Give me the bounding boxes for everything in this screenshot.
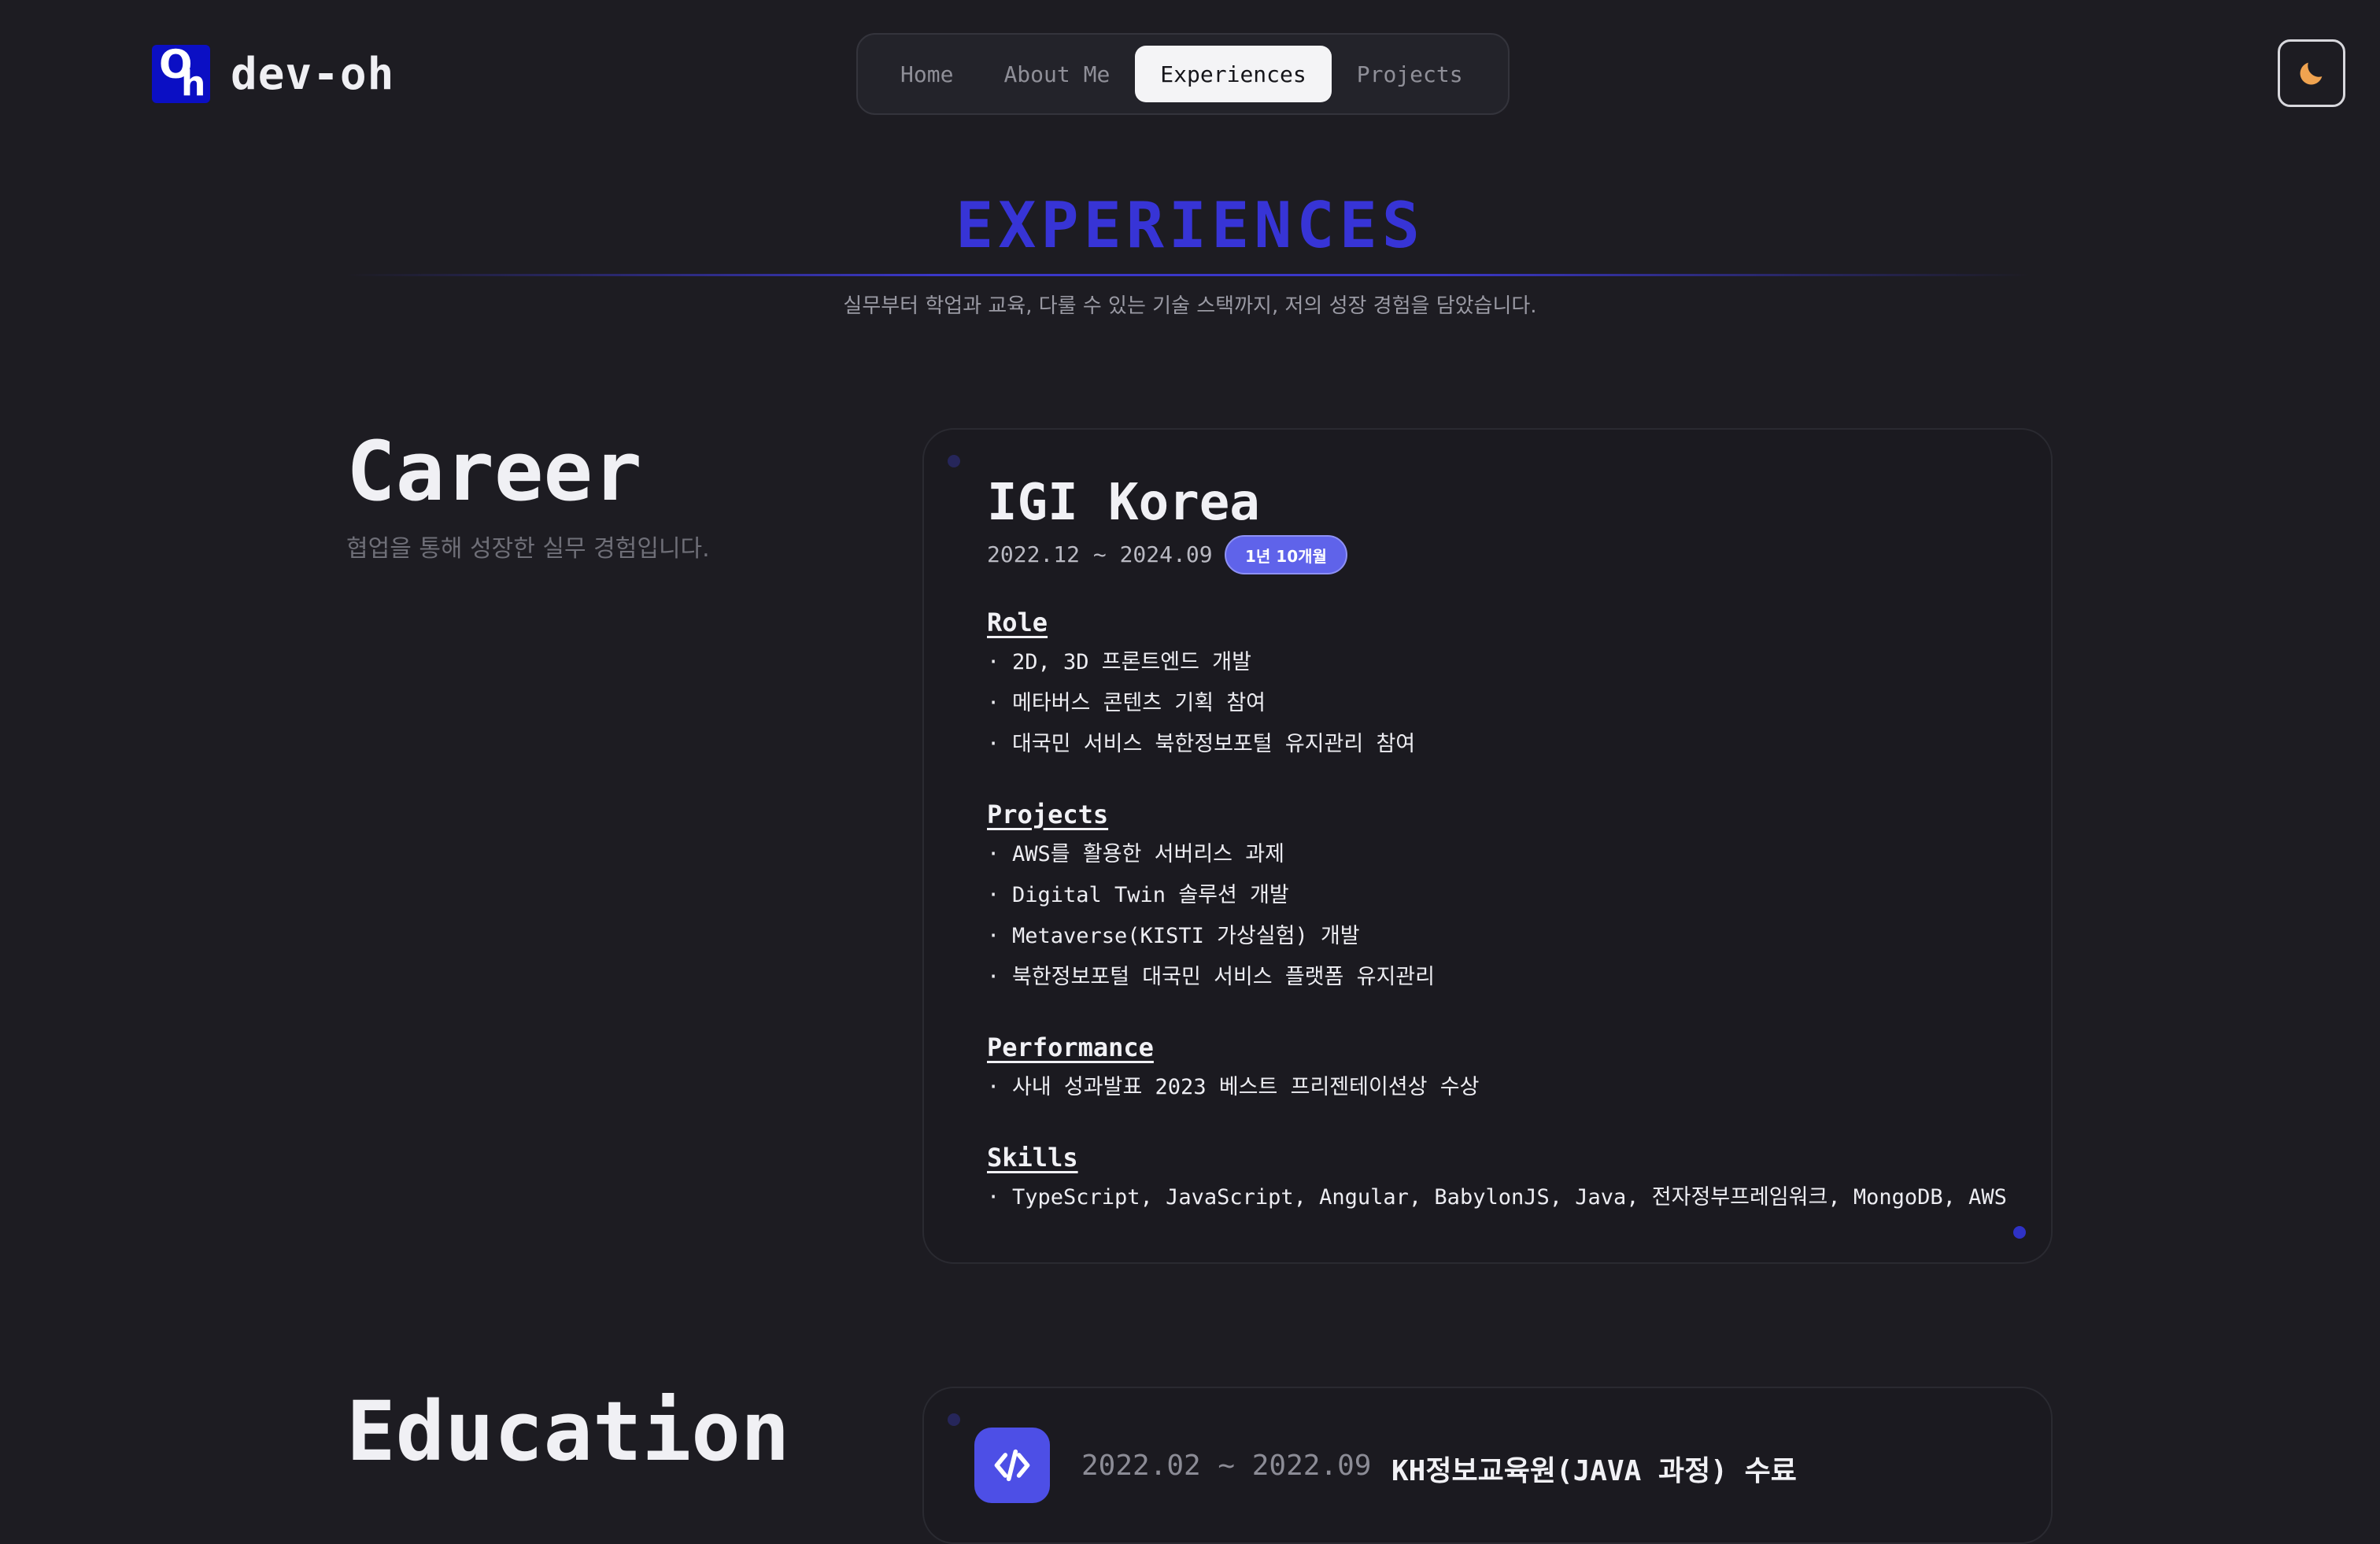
- code-icon: [974, 1428, 1050, 1503]
- nav-home[interactable]: Home: [875, 46, 978, 102]
- skills-list: TypeScript, JavaScript, Angular, Babylon…: [987, 1177, 2007, 1218]
- nav-projects[interactable]: Projects: [1332, 46, 1488, 102]
- list-item: 메타버스 콘텐츠 기획 참여: [987, 683, 1415, 724]
- career-card: IGI Korea 2022.12 ~ 2024.09 1년 10개월 Role…: [922, 428, 2053, 1264]
- site-header: O h dev-oh Home About Me Experiences Pro…: [0, 0, 2380, 148]
- nav-about-me[interactable]: About Me: [978, 46, 1135, 102]
- projects-title: Projects: [987, 800, 1109, 829]
- card-dot-top: [948, 1413, 960, 1426]
- nav-experiences[interactable]: Experiences: [1135, 46, 1332, 102]
- theme-toggle-button[interactable]: [2278, 39, 2345, 107]
- list-item: 사내 성과발표 2023 베스트 프리젠테이션상 수상: [987, 1067, 1479, 1108]
- logo-mark: O h: [152, 45, 210, 103]
- performance-title: Performance: [987, 1032, 1154, 1062]
- page-subtitle: 실무부터 학업과 교육, 다룰 수 있는 기술 스택까지, 저의 성장 경험을 …: [843, 294, 1537, 318]
- projects-list: AWS를 활용한 서버리스 과제 Digital Twin 솔루션 개발 Met…: [987, 834, 1435, 998]
- skills-title: Skills: [987, 1143, 1078, 1173]
- list-item: 북한정보포털 대국민 서비스 플랫폼 유지관리: [987, 957, 1435, 998]
- education-heading: Education: [346, 1383, 790, 1479]
- logo-letter-h: h: [181, 64, 206, 103]
- career-heading: Career: [346, 423, 642, 519]
- brand-logo[interactable]: O h dev-oh: [152, 45, 394, 103]
- career-heading-text: Career: [346, 423, 642, 519]
- list-item: Digital Twin 솔루션 개발: [987, 875, 1435, 916]
- list-item: TypeScript, JavaScript, Angular, Babylon…: [987, 1177, 2007, 1218]
- card-dot-bottom: [2013, 1226, 2026, 1239]
- role-title: Role: [987, 608, 1048, 637]
- education-period: 2022.02 ~ 2022.09: [1081, 1450, 1372, 1482]
- brand-name: dev-oh: [231, 48, 395, 100]
- list-item: Metaverse(KISTI 가상실험) 개발: [987, 916, 1435, 957]
- card-dot-top: [948, 455, 960, 467]
- duration-badge: 1년 10개월: [1225, 535, 1347, 574]
- education-title: KH정보교육원(JAVA 과정) 수료: [1391, 1455, 1797, 1487]
- role-list: 2D, 3D 프론트엔드 개발 메타버스 콘텐츠 기획 참여 대국민 서비스 북…: [987, 642, 1415, 765]
- title-divider: [346, 274, 2031, 276]
- career-description: 협업을 통해 성장한 실무 경험입니다.: [346, 535, 710, 563]
- main-nav: Home About Me Experiences Projects: [856, 33, 1510, 115]
- list-item: 대국민 서비스 북한정보포털 유지관리 참여: [987, 724, 1415, 765]
- education-heading-text: Education: [346, 1383, 790, 1479]
- education-card: 2022.02 ~ 2022.09 KH정보교육원(JAVA 과정) 수료: [922, 1387, 2053, 1544]
- performance-list: 사내 성과발표 2023 베스트 프리젠테이션상 수상: [987, 1067, 1479, 1108]
- list-item: AWS를 활용한 서버리스 과제: [987, 834, 1435, 875]
- page-title: EXPERIENCES: [955, 189, 1425, 262]
- career-period: 2022.12 ~ 2024.09: [987, 541, 1213, 567]
- moon-icon: [2300, 62, 2323, 85]
- company-name: IGI Korea: [987, 474, 1260, 532]
- list-item: 2D, 3D 프론트엔드 개발: [987, 642, 1415, 683]
